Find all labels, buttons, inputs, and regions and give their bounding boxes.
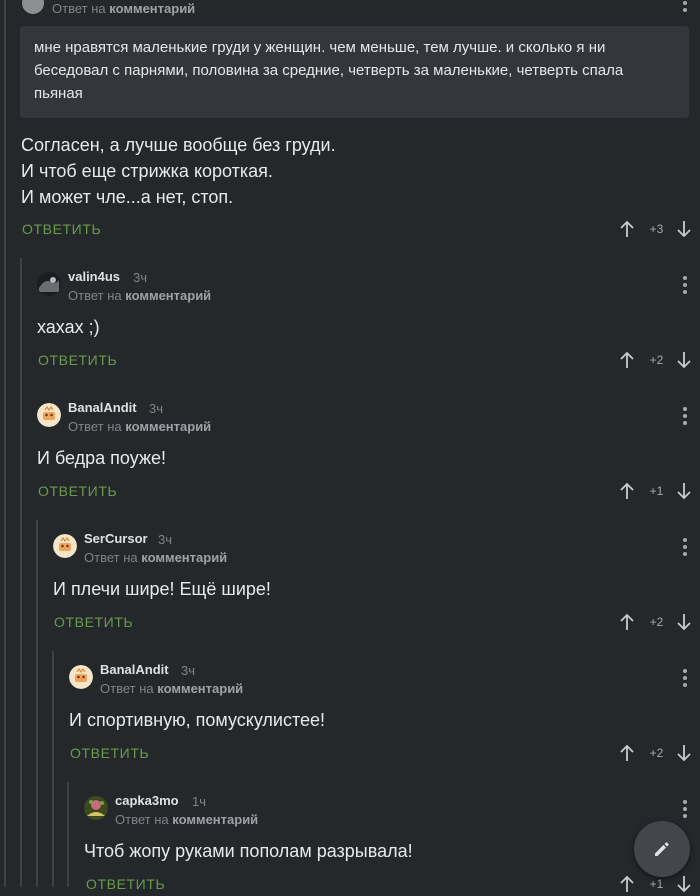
- arrow-up-icon[interactable]: [619, 741, 635, 765]
- thread-line[interactable]: [36, 520, 38, 887]
- reply-to-link[interactable]: комментарий: [172, 812, 258, 827]
- arrow-up-icon[interactable]: [619, 872, 635, 896]
- reply-to-prefix: Ответ на: [68, 288, 122, 303]
- score: +3: [649, 222, 664, 236]
- reply-to-prefix: Ответ на: [84, 550, 138, 565]
- score: +1: [649, 484, 664, 498]
- reply-to-line: Ответ на комментарий: [68, 288, 211, 303]
- reply-to-link[interactable]: комментарий: [125, 288, 211, 303]
- thread-line[interactable]: [4, 0, 6, 887]
- quoted-comment: мне нравятся маленькие груди у женщин. ч…: [20, 26, 689, 118]
- score: +2: [649, 615, 664, 629]
- arrow-up-icon[interactable]: [619, 479, 635, 503]
- author-name[interactable]: SerCursor: [84, 531, 148, 546]
- timestamp: 1ч: [192, 794, 207, 809]
- comment-line: И чтоб еще стрижка короткая.: [21, 161, 273, 181]
- author-name[interactable]: valin4us: [68, 269, 120, 284]
- timestamp: 3ч: [149, 401, 164, 416]
- arrow-down-icon[interactable]: [676, 872, 692, 896]
- kebab-menu-icon[interactable]: [681, 0, 689, 12]
- vote-controls: +2: [619, 610, 697, 634]
- reply-button[interactable]: ОТВЕТИТЬ: [38, 352, 117, 368]
- kebab-menu-icon[interactable]: [681, 669, 689, 687]
- arrow-down-icon[interactable]: [676, 348, 692, 372]
- author-name[interactable]: capka3mo: [115, 793, 179, 808]
- score: +2: [649, 353, 664, 367]
- avatar[interactable]: [37, 272, 61, 296]
- vote-controls: +3: [619, 217, 697, 241]
- avatar[interactable]: [53, 534, 77, 558]
- reply-to-prefix: Ответ на: [100, 681, 154, 696]
- comment-body: хахах ;): [37, 317, 100, 337]
- comment-body: Чтоб жопу руками пополам разрывала!: [84, 841, 413, 861]
- kebab-menu-icon[interactable]: [681, 276, 689, 294]
- comment-line: Согласен, а лучше вообще без груди.: [21, 135, 336, 155]
- kebab-menu-icon[interactable]: [681, 407, 689, 425]
- reply-to-link[interactable]: комментарий: [141, 550, 227, 565]
- thread-line[interactable]: [20, 258, 22, 887]
- reply-to-prefix: Ответ на: [52, 1, 106, 16]
- reply-button[interactable]: ОТВЕТИТЬ: [54, 614, 133, 630]
- vote-controls: +2: [619, 348, 697, 372]
- thread-line[interactable]: [52, 651, 54, 887]
- author-name[interactable]: BanalAndit: [100, 662, 169, 677]
- avatar[interactable]: [37, 403, 61, 427]
- kebab-menu-icon[interactable]: [681, 800, 689, 818]
- pencil-icon: [655, 842, 669, 856]
- comment-body: И бедра поуже!: [37, 448, 166, 468]
- compose-button[interactable]: [634, 821, 690, 877]
- reply-to-link[interactable]: комментарий: [125, 419, 211, 434]
- timestamp: 3ч: [158, 532, 173, 547]
- timestamp: 3ч: [181, 663, 196, 678]
- score: +1: [649, 877, 664, 891]
- vote-controls: +2: [619, 741, 697, 765]
- reply-to-link[interactable]: комментарий: [157, 681, 243, 696]
- vote-controls: +1: [619, 479, 697, 503]
- arrow-down-icon[interactable]: [676, 610, 692, 634]
- reply-to-line: Ответ на комментарий: [100, 681, 243, 696]
- reply-to-line: Ответ на комментарий: [115, 812, 258, 827]
- author-name[interactable]: BanalAndit: [68, 400, 137, 415]
- reply-to-line: Ответ на комментарий: [84, 550, 227, 565]
- comment-body: И спортивную, помускулистее!: [69, 710, 326, 730]
- arrow-up-icon[interactable]: [619, 217, 635, 241]
- avatar[interactable]: [69, 665, 93, 689]
- arrow-up-icon[interactable]: [619, 348, 635, 372]
- avatar[interactable]: [84, 796, 108, 820]
- reply-button[interactable]: ОТВЕТИТЬ: [22, 221, 101, 237]
- thread-line[interactable]: [67, 782, 69, 887]
- reply-to-prefix: Ответ на: [115, 812, 169, 827]
- comment-body: Согласен, а лучше вообще без груди. И чт…: [21, 132, 681, 210]
- reply-button[interactable]: ОТВЕТИТЬ: [38, 483, 117, 499]
- timestamp: 3ч: [133, 270, 148, 285]
- reply-to-line: Ответ на комментарий: [68, 419, 211, 434]
- kebab-menu-icon[interactable]: [681, 538, 689, 556]
- reply-button[interactable]: ОТВЕТИТЬ: [70, 745, 149, 761]
- reply-to-link[interactable]: комментарий: [109, 1, 195, 16]
- reply-button[interactable]: ОТВЕТИТЬ: [86, 876, 165, 892]
- avatar[interactable]: [22, 0, 44, 14]
- arrow-up-icon[interactable]: [619, 610, 635, 634]
- reply-to-prefix: Ответ на: [68, 419, 122, 434]
- arrow-down-icon[interactable]: [676, 479, 692, 503]
- arrow-down-icon[interactable]: [676, 217, 692, 241]
- comment-body: И плечи шире! Ещё шире!: [53, 579, 271, 599]
- score: +2: [649, 746, 664, 760]
- comment-line: И может чле...а нет, стоп.: [21, 187, 234, 207]
- reply-to-line: Ответ на комментарий: [52, 1, 195, 16]
- arrow-down-icon[interactable]: [676, 741, 692, 765]
